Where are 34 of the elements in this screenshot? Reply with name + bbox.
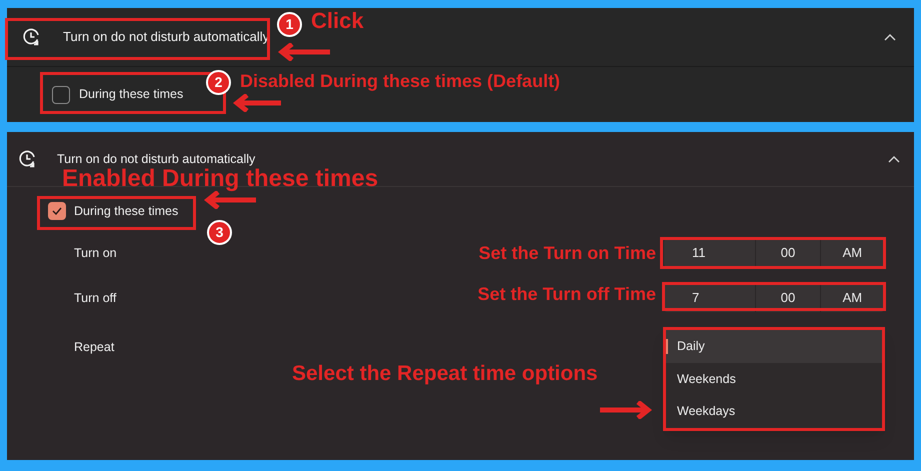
annotation-text: Click <box>311 10 364 32</box>
hour-value: 7 <box>664 284 756 312</box>
pointer-arrow <box>278 43 330 61</box>
chevron-up-icon[interactable] <box>884 33 896 41</box>
checkmark-icon <box>52 207 62 215</box>
pointer-arrow <box>600 401 652 419</box>
row-label: Turn on <box>74 244 117 262</box>
setting-title: Turn on do not disturb automatically <box>63 28 270 46</box>
row-label: Turn off <box>74 290 116 307</box>
checkbox[interactable] <box>52 86 70 104</box>
checkbox-label: During these times <box>79 86 184 104</box>
pointer-arrow <box>204 191 256 209</box>
time-picker[interactable]: 11 00 AM <box>664 239 884 267</box>
checkbox-label: During these times <box>74 202 178 220</box>
menu-item[interactable]: Weekends <box>666 362 882 396</box>
chevron-up-icon[interactable] <box>888 155 900 163</box>
annotation-text: Set the Turn on Time <box>478 244 656 262</box>
period-value: AM <box>842 244 864 262</box>
annotation-text: Select the Repeat time options <box>292 363 598 384</box>
minute-value: 00 <box>756 239 821 267</box>
clock-icon <box>17 149 37 169</box>
menu-item[interactable]: Daily <box>666 330 882 363</box>
hour-value: 11 <box>664 239 756 267</box>
annotation-text: Enabled During these times <box>62 167 378 191</box>
clock-icon <box>21 27 41 47</box>
annotation-text: Set the Turn off Time <box>478 285 656 303</box>
minute-value: 00 <box>756 284 821 312</box>
annotation-text: Disabled During these times (Default) <box>240 72 560 90</box>
row-label: Repeat <box>74 338 114 356</box>
pointer-arrow <box>233 94 281 112</box>
setting-title: Turn on do not disturb automatically <box>57 150 256 168</box>
checkbox[interactable] <box>48 202 66 220</box>
period-value: AM <box>842 289 864 308</box>
menu-item[interactable]: Weekdays <box>666 395 882 428</box>
